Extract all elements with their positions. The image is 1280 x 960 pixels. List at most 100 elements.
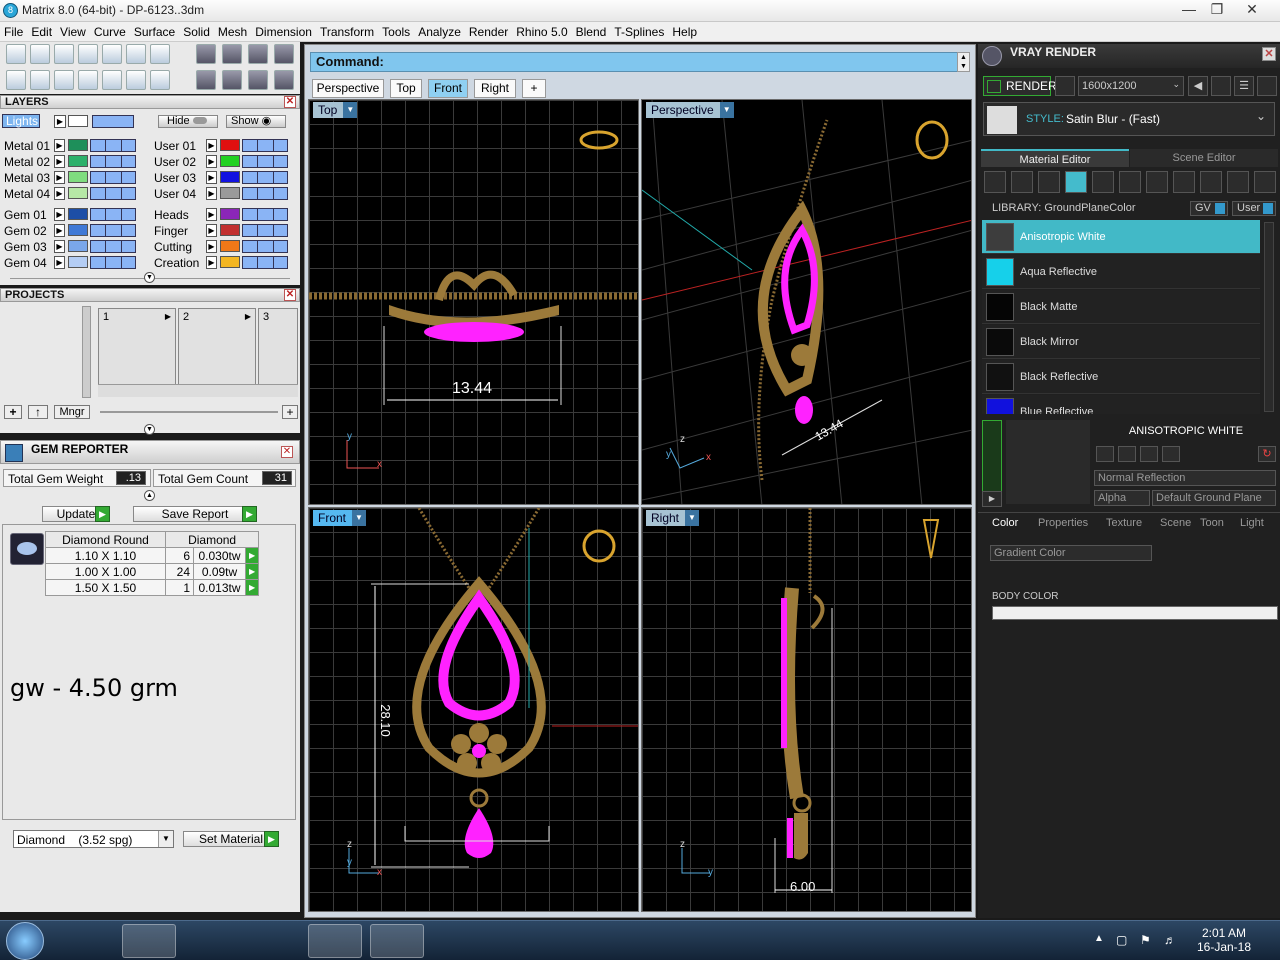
layer-color-swatch[interactable] <box>68 256 88 268</box>
resolution-select[interactable]: 1600x1200 ⌄ <box>1078 76 1184 96</box>
tab-perspective[interactable]: Perspective <box>312 79 384 98</box>
tab-properties[interactable]: Properties <box>1038 517 1088 529</box>
menu-solid[interactable]: Solid <box>179 22 214 39</box>
menu-edit[interactable]: Edit <box>27 22 56 39</box>
calculator-icon[interactable] <box>150 70 170 90</box>
layout-tool-icon[interactable] <box>222 44 242 64</box>
menu-tsplines[interactable]: T-Splines <box>610 22 668 39</box>
body-color-gradient[interactable] <box>992 606 1278 620</box>
layer-controls[interactable] <box>90 171 136 184</box>
settings-tool-icon[interactable] <box>6 44 26 64</box>
camera-icon[interactable] <box>1055 76 1075 96</box>
command-scroll-icon[interactable]: ▲ ▼ <box>957 52 970 72</box>
tab-right[interactable]: Right <box>474 79 516 98</box>
up-arrow-icon[interactable]: ↑ <box>28 405 48 419</box>
collapse-projects-icon[interactable]: ▼ <box>144 424 155 435</box>
noise-icon[interactable] <box>1173 171 1195 193</box>
list-item[interactable]: Black Reflective <box>982 360 1260 394</box>
menu-help[interactable]: Help <box>668 22 701 39</box>
filter-icon[interactable] <box>102 70 122 90</box>
project-slot-1[interactable]: 1 ▶ <box>98 308 176 390</box>
perspective-viewport[interactable]: Perspective ▼ 13.44 z y x <box>641 99 972 505</box>
firefox-icon[interactable] <box>246 924 300 958</box>
add-view-tab[interactable]: + <box>522 79 546 98</box>
layer-row[interactable]: User 02 ▶ <box>150 154 300 169</box>
layer-row[interactable]: Gem 02 ▶ <box>0 223 150 238</box>
monitor-icon[interactable] <box>30 70 50 90</box>
menu-tools[interactable]: Tools <box>378 22 414 39</box>
layer-color-swatch[interactable] <box>68 240 88 252</box>
printer-tool-icon[interactable] <box>54 44 74 64</box>
media-player-icon[interactable] <box>60 924 114 958</box>
layer-row[interactable]: Creation ▶ <box>150 255 300 270</box>
layer-color-swatch[interactable] <box>68 139 88 151</box>
show-toggle[interactable]: Show ◉ <box>226 115 286 128</box>
tab-front[interactable]: Front <box>428 79 468 98</box>
menu-mesh[interactable]: Mesh <box>214 22 251 39</box>
layer-color-swatch[interactable] <box>220 187 240 199</box>
layer-arrow-icon[interactable]: ▶ <box>206 139 217 152</box>
layer-arrow-icon[interactable]: ▶ <box>206 171 217 184</box>
layer-row[interactable]: Gem 01 ▶ <box>0 207 150 222</box>
branch-icon[interactable] <box>1227 171 1249 193</box>
matrix-taskbar-icon[interactable] <box>308 924 362 958</box>
layer-arrow-icon[interactable]: ▶ <box>54 256 65 269</box>
layer-row[interactable]: Heads ▶ <box>150 207 300 222</box>
previous-icon[interactable]: ◀ <box>1188 76 1208 96</box>
layer-arrow-icon[interactable]: ▶ <box>54 139 65 152</box>
layer-row[interactable]: Metal 01 ▶ <box>0 138 150 153</box>
menu-transform[interactable]: Transform <box>316 22 378 39</box>
layer-color-swatch[interactable] <box>68 224 88 236</box>
layer-controls[interactable] <box>90 155 136 168</box>
ground-plane-select[interactable]: Default Ground Plane <box>1152 490 1276 506</box>
layer-row[interactable]: Metal 04 ▶ <box>0 186 150 201</box>
close-vray-icon[interactable]: ✕ <box>1262 47 1276 61</box>
front-viewport-label[interactable]: Front ▼ <box>313 510 367 526</box>
flame-icon[interactable] <box>984 171 1006 193</box>
layer-controls[interactable] <box>90 256 136 269</box>
layer-controls[interactable] <box>242 171 288 184</box>
maximize-button[interactable]: ❐ <box>1203 0 1231 20</box>
layer-row[interactable]: Gem 04 ▶ <box>0 255 150 270</box>
ortho-icon[interactable] <box>248 70 268 90</box>
menu-rhino[interactable]: Rhino 5.0 <box>512 22 571 39</box>
front-viewport[interactable]: Front ▼ 28.10 z y x <box>308 507 639 912</box>
pointer-icon[interactable] <box>126 70 146 90</box>
project-slot-2[interactable]: 2 ▶ <box>178 308 256 390</box>
leaf-icon[interactable] <box>1200 171 1222 193</box>
layer-arrow-icon[interactable]: ▶ <box>206 155 217 168</box>
image-viewer-icon[interactable] <box>370 924 424 958</box>
planar-icon[interactable] <box>274 70 294 90</box>
layer-arrow-icon[interactable]: ▶ <box>206 240 217 253</box>
layer-controls[interactable] <box>90 139 136 152</box>
layer-controls[interactable] <box>242 224 288 237</box>
menu-curve[interactable]: Curve <box>90 22 130 39</box>
layer-arrow-icon[interactable]: ▶ <box>206 256 217 269</box>
matrix-app-icon[interactable]: 8 <box>3 3 18 18</box>
lights-controls[interactable] <box>92 115 134 128</box>
list-item[interactable]: Black Mirror <box>982 325 1260 359</box>
gem-icon[interactable] <box>1011 171 1033 193</box>
snap-tool-icon[interactable] <box>196 44 216 64</box>
layer-controls[interactable] <box>242 208 288 221</box>
layer-arrow-icon[interactable]: ▶ <box>206 208 217 221</box>
layer-color-swatch[interactable] <box>220 208 240 220</box>
menu-analyze[interactable]: Analyze <box>414 22 465 39</box>
minimize-button[interactable]: — <box>1175 0 1203 20</box>
bulb-icon[interactable] <box>1254 171 1276 193</box>
save-material-icon[interactable] <box>1096 446 1114 462</box>
project-slot-3[interactable]: 3 <box>258 308 298 390</box>
layer-row[interactable]: User 01 ▶ <box>150 138 300 153</box>
right-viewport-label[interactable]: Right ▼ <box>646 510 700 526</box>
tab-scene[interactable]: Scene <box>1160 517 1191 529</box>
layer-controls[interactable] <box>90 240 136 253</box>
layer-arrow-icon[interactable]: ▶ <box>206 187 217 200</box>
play-icon[interactable]: ▶ <box>165 312 171 321</box>
collapse-layers-icon[interactable]: ▼ <box>144 272 155 283</box>
add-project-icon[interactable]: + <box>4 405 22 419</box>
gumball-icon[interactable] <box>196 70 216 90</box>
plane-icon[interactable] <box>1065 171 1087 193</box>
import-material-icon[interactable] <box>1162 446 1180 462</box>
layer-controls[interactable] <box>242 139 288 152</box>
tab-material-editor[interactable]: Material Editor <box>981 149 1129 167</box>
